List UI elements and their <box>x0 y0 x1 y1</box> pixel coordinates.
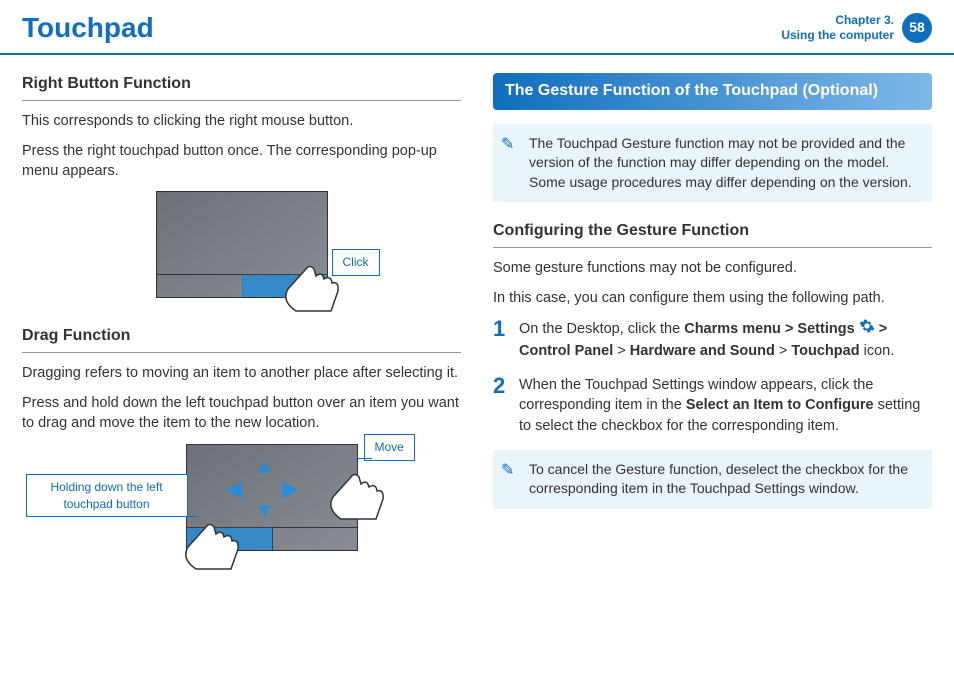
hand-icon <box>276 261 346 321</box>
config-heading: Configuring the Gesture Function <box>493 220 932 242</box>
note-icon: ✎ <box>501 134 514 156</box>
page-title: Touchpad <box>22 8 154 47</box>
right-button-heading: Right Button Function <box>22 73 461 95</box>
page-number-badge: 58 <box>902 13 932 43</box>
note-2-text: To cancel the Gesture function, deselect… <box>529 461 908 497</box>
drag-figure: ▲ ◀ ▶ ▼ Move Holding down the left touch… <box>22 444 461 584</box>
chapter-info: Chapter 3. Using the computer 58 <box>781 13 932 43</box>
step1-charms: Charms menu > Settings <box>684 321 854 337</box>
right-column: The Gesture Function of the Touchpad (Op… <box>493 73 932 608</box>
gesture-note-2: ✎ To cancel the Gesture function, desele… <box>493 450 932 509</box>
hand-left-icon <box>176 519 246 579</box>
hand-right-icon <box>321 469 391 529</box>
drag-p1: Dragging refers to moving an item to ano… <box>22 363 461 383</box>
step-number: 1 <box>493 318 519 340</box>
step-2: 2 When the Touchpad Settings window appe… <box>493 375 932 436</box>
hold-callout: Holding down the left touchpad button <box>26 474 188 518</box>
chapter-title: Using the computer <box>781 28 894 42</box>
step1-touchpad: Touchpad <box>791 343 859 359</box>
page-header: Touchpad Chapter 3. Using the computer 5… <box>0 0 954 55</box>
right-click-figure: Click <box>22 191 461 301</box>
drag-p2: Press and hold down the left touchpad bu… <box>22 393 461 434</box>
gear-icon <box>859 318 875 340</box>
config-p2: In this case, you can configure them usi… <box>493 288 932 308</box>
step-1: 1 On the Desktop, click the Charms menu … <box>493 318 932 361</box>
move-callout: Move <box>364 434 415 461</box>
step-number: 2 <box>493 375 519 397</box>
gesture-note-1: ✎ The Touchpad Gesture function may not … <box>493 124 932 203</box>
left-column: Right Button Function This corresponds t… <box>22 73 461 608</box>
note-1-text: The Touchpad Gesture function may not be… <box>529 135 912 190</box>
chapter-number: Chapter 3. <box>781 13 894 27</box>
step2-select-item: Select an Item to Configure <box>686 397 874 413</box>
right-button-p1: This corresponds to clicking the right m… <box>22 111 461 131</box>
note-icon: ✎ <box>501 460 514 482</box>
drag-heading: Drag Function <box>22 325 461 347</box>
step1-text-a: On the Desktop, click the <box>519 321 684 337</box>
config-p1: Some gesture functions may not be config… <box>493 258 932 278</box>
gesture-section-bar: The Gesture Function of the Touchpad (Op… <box>493 73 932 109</box>
right-button-p2: Press the right touchpad button once. Th… <box>22 141 461 182</box>
step1-control-panel: Control Panel <box>519 343 613 359</box>
step1-hardware: Hardware and Sound <box>630 343 775 359</box>
